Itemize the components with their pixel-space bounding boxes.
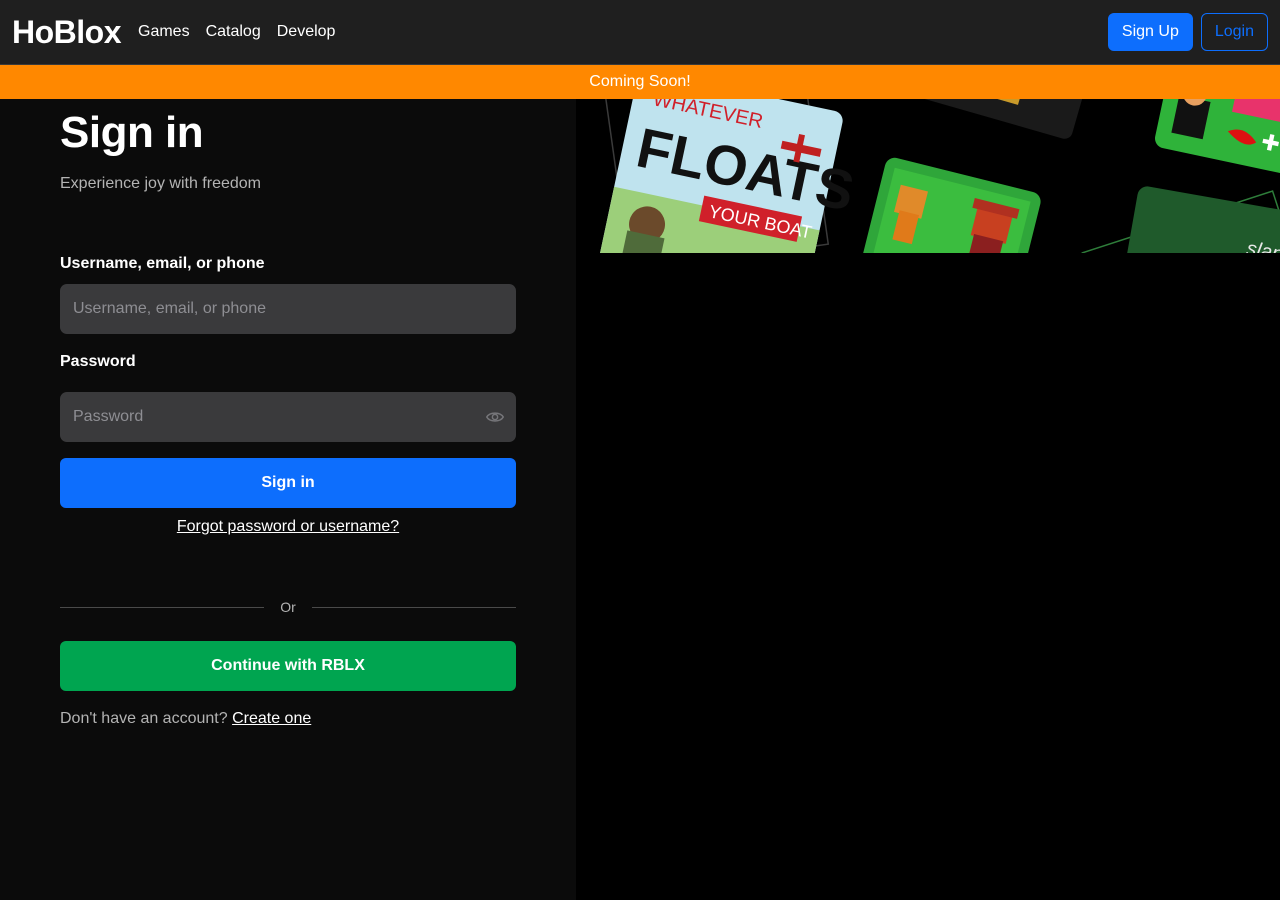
sign-up-button[interactable]: Sign Up xyxy=(1107,13,1193,51)
no-account-text: Don't have an account? xyxy=(60,710,228,727)
brand-logo[interactable]: HoBlox xyxy=(12,16,122,48)
game-card-green[interactable] xyxy=(861,156,1043,253)
game-card-chili[interactable]: ✚ xyxy=(1153,99,1280,181)
or-divider: Or xyxy=(60,599,516,615)
nav-link-develop[interactable]: Develop xyxy=(277,23,336,41)
top-navbar: HoBlox Games Catalog Develop Sign Up Log… xyxy=(0,0,1280,64)
page-title: Sign in xyxy=(60,108,204,157)
login-button[interactable]: Login xyxy=(1200,13,1268,51)
nav-link-catalog[interactable]: Catalog xyxy=(206,23,261,41)
game-collage-image: WHATEVER FLOATS YOUR BOAT ✚ slap xyxy=(576,99,1280,253)
password-label: Password xyxy=(60,353,136,370)
continue-with-rblx-button[interactable]: Continue with RBLX xyxy=(60,641,516,691)
game-card-slap[interactable]: slap xyxy=(1122,185,1280,253)
create-account-link[interactable]: Create one xyxy=(232,710,311,727)
sign-in-button[interactable]: Sign in xyxy=(60,458,516,508)
password-input[interactable] xyxy=(60,392,516,442)
sign-in-panel: Sign in Experience joy with freedom User… xyxy=(0,99,576,900)
promo-panel: WHATEVER FLOATS YOUR BOAT ✚ slap xyxy=(576,99,1280,900)
page-subtitle: Experience joy with freedom xyxy=(60,175,261,192)
nav-link-games[interactable]: Games xyxy=(138,23,190,41)
forgot-password-link[interactable]: Forgot password or username? xyxy=(60,518,516,536)
username-input[interactable] xyxy=(60,284,516,334)
nav-actions: Sign Up Login xyxy=(1107,13,1268,51)
sign-in-form: Sign in Experience joy with freedom User… xyxy=(60,99,516,727)
eye-icon[interactable] xyxy=(486,410,504,424)
divider-line-right xyxy=(312,607,516,608)
game-card-dark[interactable] xyxy=(916,99,1086,141)
create-account-prompt: Don't have an account? Create one xyxy=(60,710,311,728)
game-card-whatever-floats[interactable]: WHATEVER FLOATS YOUR BOAT xyxy=(597,99,869,253)
username-label: Username, email, or phone xyxy=(60,255,265,272)
coming-soon-banner: Coming Soon! xyxy=(0,64,1280,99)
